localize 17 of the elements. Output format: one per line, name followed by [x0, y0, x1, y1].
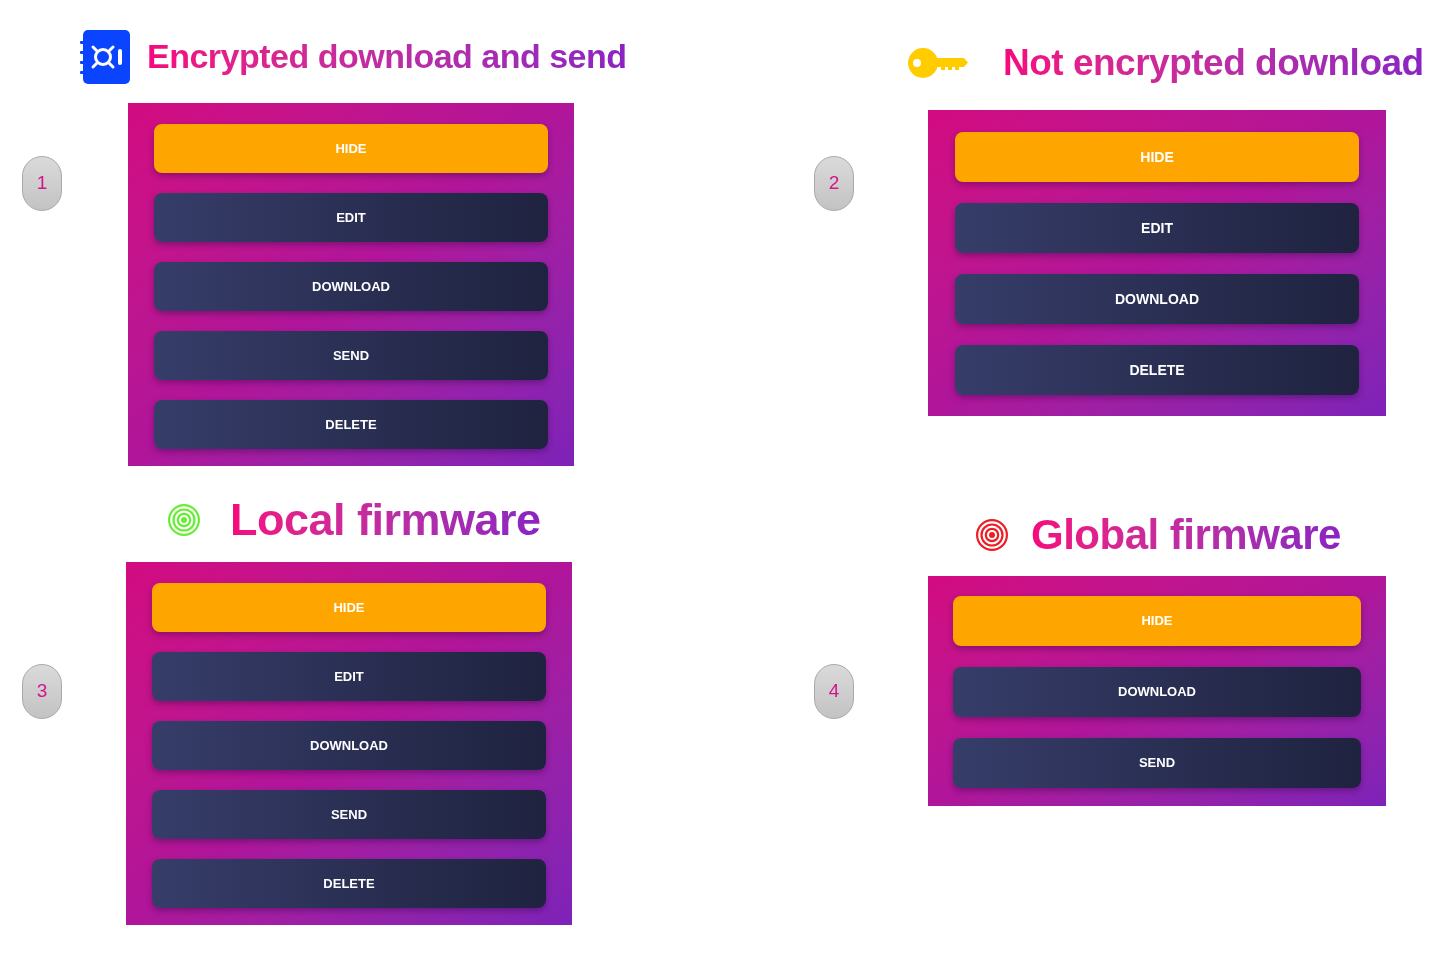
action-button[interactable]: DELETE [154, 400, 548, 449]
number-badge: 1 [22, 156, 62, 211]
action-button[interactable]: DOWNLOAD [953, 667, 1361, 717]
action-button[interactable]: DOWNLOAD [154, 262, 548, 311]
action-button[interactable]: SEND [154, 331, 548, 380]
action-button[interactable]: SEND [953, 738, 1361, 788]
action-button[interactable]: DOWNLOAD [152, 721, 546, 770]
action-button[interactable]: EDIT [152, 652, 546, 701]
number-badge: 2 [814, 156, 854, 211]
action-button[interactable]: DELETE [152, 859, 546, 908]
action-button[interactable]: EDIT [154, 193, 548, 242]
number-badge: 3 [22, 664, 62, 719]
number-badge: 4 [814, 664, 854, 719]
action-button[interactable]: DELETE [955, 345, 1359, 395]
action-button[interactable]: EDIT [955, 203, 1359, 253]
action-button[interactable]: DOWNLOAD [955, 274, 1359, 324]
action-button[interactable]: SEND [152, 790, 546, 839]
